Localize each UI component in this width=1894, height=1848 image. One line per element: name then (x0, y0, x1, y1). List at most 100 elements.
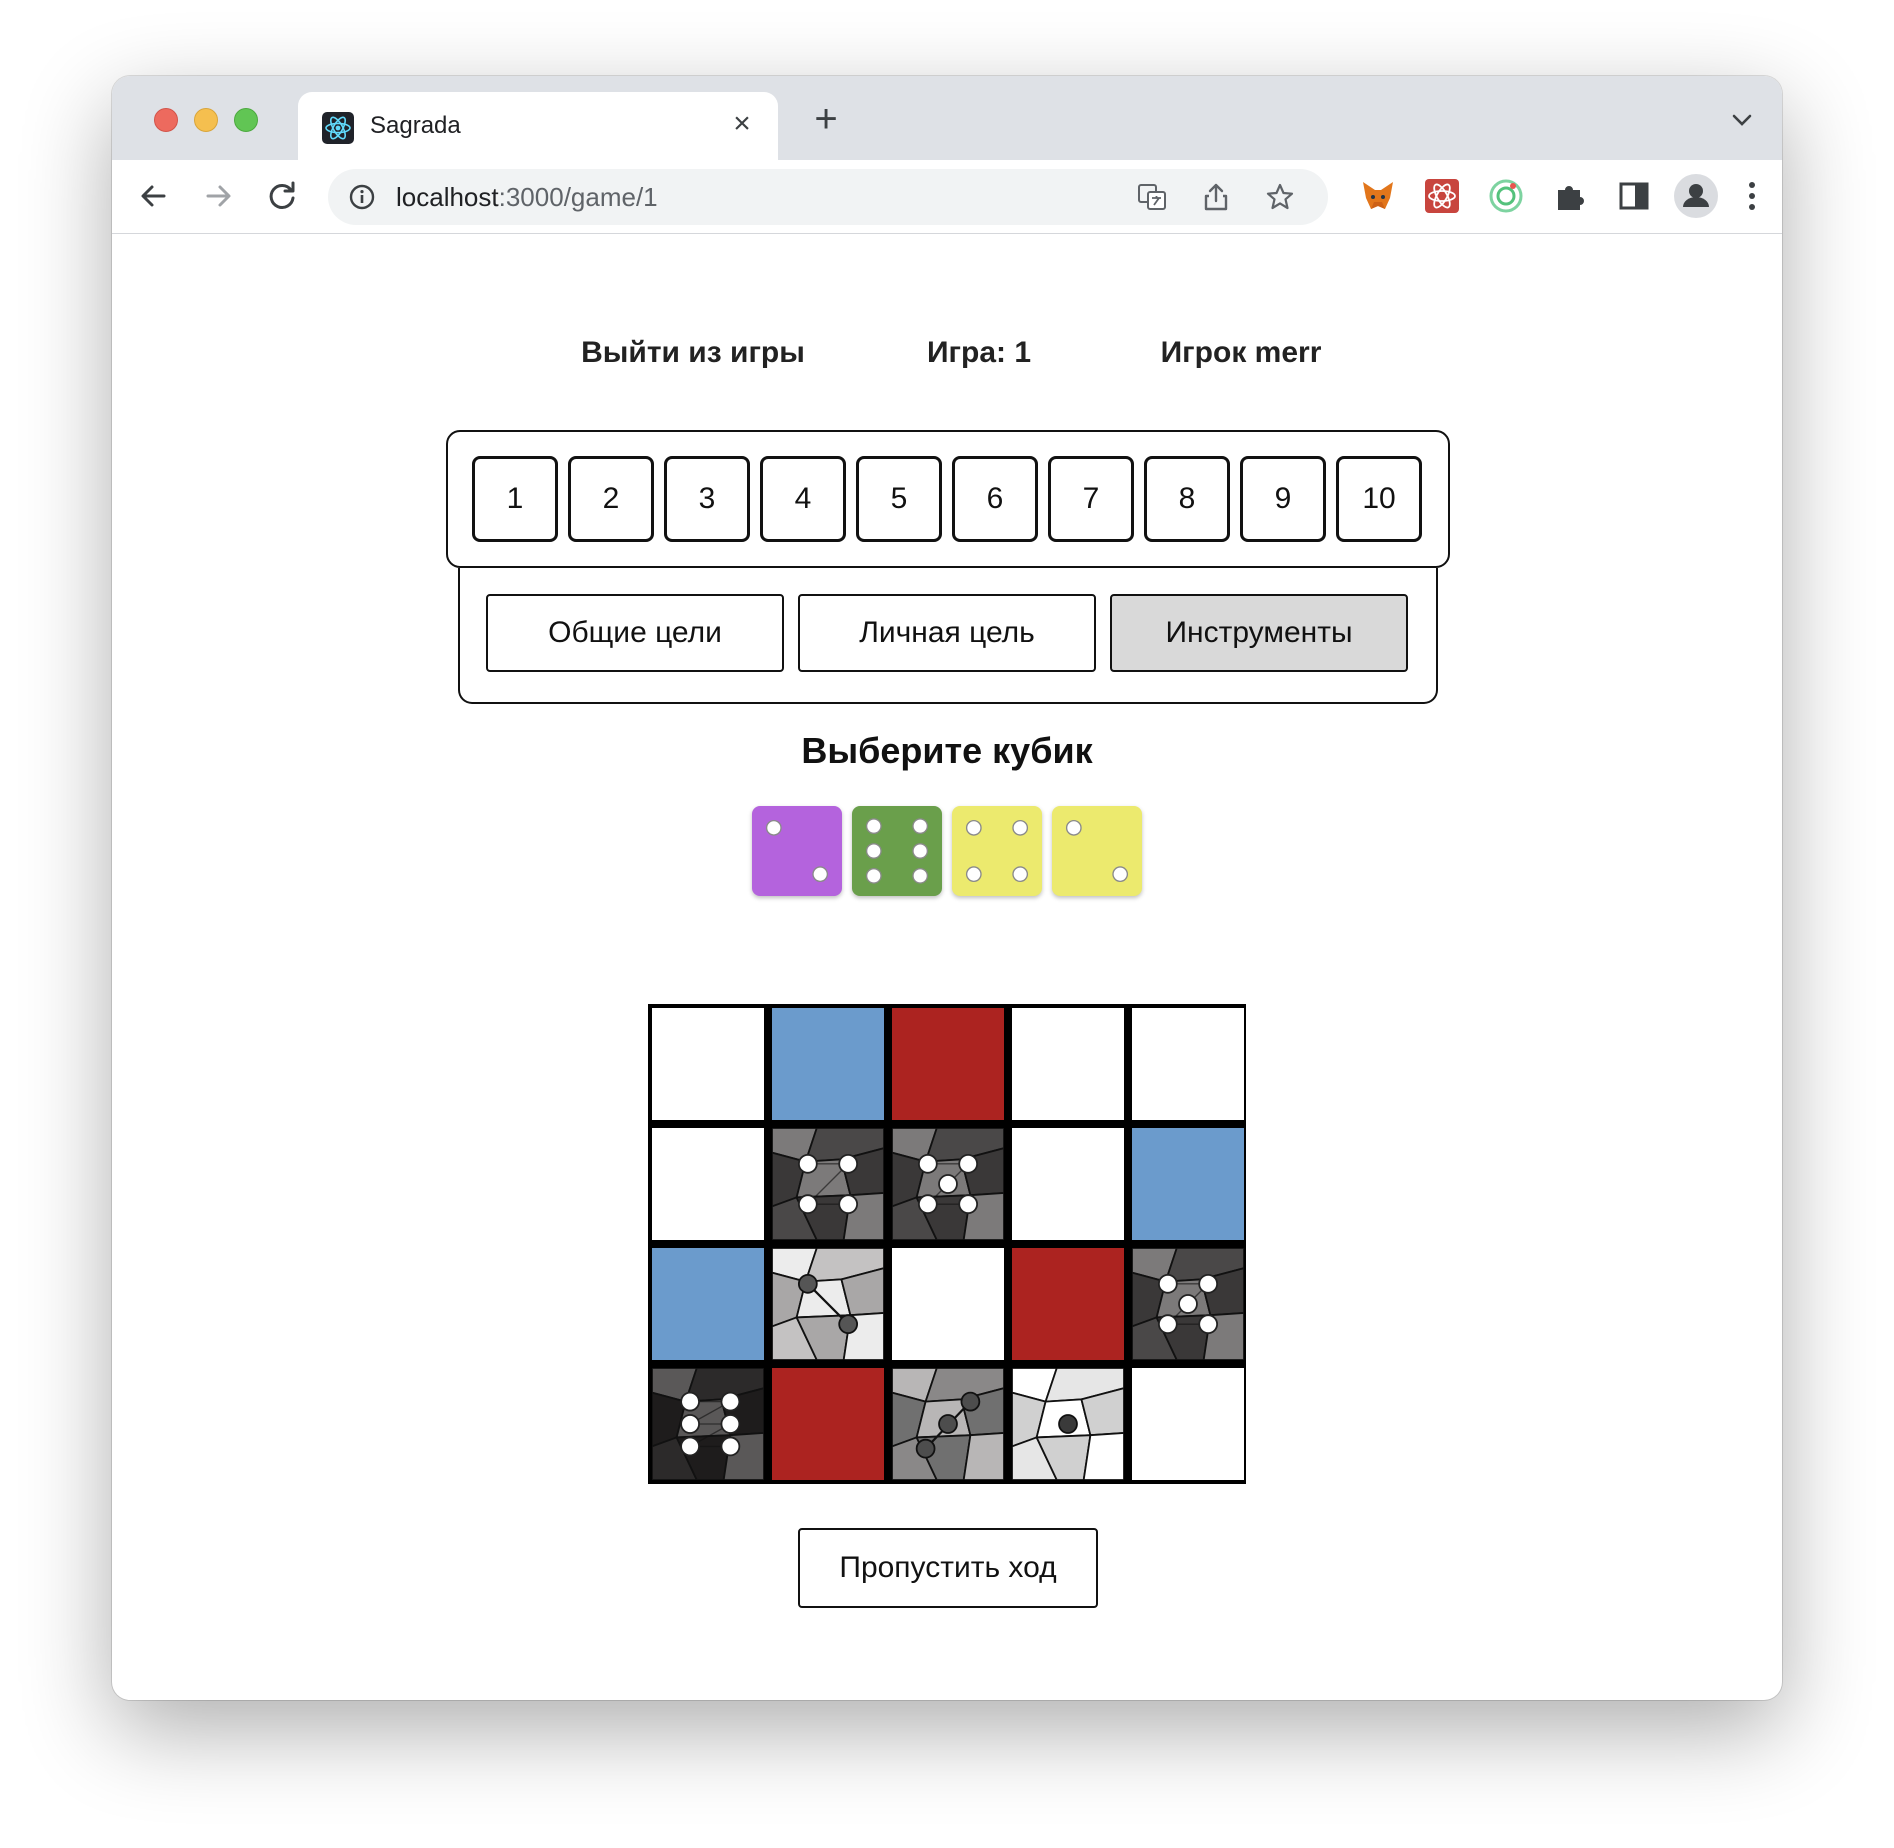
board-cell-blue[interactable] (652, 1248, 764, 1360)
draft-die-purple-2[interactable] (752, 806, 842, 896)
shade-pip (938, 1414, 958, 1434)
tab-title: Sagrada (370, 112, 461, 139)
close-tab-icon[interactable]: × (724, 106, 760, 142)
board-cell-red[interactable] (772, 1368, 884, 1480)
shade-pip (797, 1273, 818, 1294)
exit-game-link[interactable]: Выйти из игры (581, 336, 805, 370)
pip (1065, 819, 1082, 836)
choose-die-title: Выберите кубик (801, 730, 1093, 771)
board-cell-blue[interactable] (1132, 1128, 1244, 1240)
pip (865, 867, 882, 884)
draft-die-yellow-4[interactable] (952, 806, 1042, 896)
metamask-extension-icon[interactable] (1358, 176, 1398, 216)
round-button-4[interactable]: 4 (760, 456, 846, 542)
tab-strip: Sagrada × + (112, 76, 1782, 160)
bookmark-star-icon[interactable] (1264, 181, 1296, 213)
kebab-menu-icon[interactable] (1732, 176, 1772, 216)
translate-icon[interactable] (1136, 181, 1168, 213)
board-cell-blank[interactable] (652, 1008, 764, 1120)
round-button-8[interactable]: 8 (1144, 456, 1230, 542)
board-cell-blank[interactable] (1132, 1368, 1244, 1480)
public-goals-button[interactable]: Общие цели (486, 594, 784, 672)
reload-icon[interactable] (260, 174, 304, 218)
board-cell-blue[interactable] (772, 1008, 884, 1120)
round-button-10[interactable]: 10 (1336, 456, 1422, 542)
board-cell-shade-6[interactable] (652, 1368, 764, 1480)
pip (1012, 819, 1029, 836)
board-cell-blank[interactable] (1132, 1008, 1244, 1120)
board-cell-shade-1[interactable] (1012, 1368, 1124, 1480)
board-cell-shade-3[interactable] (892, 1368, 1004, 1480)
draft-die-yellow-2[interactable] (1052, 806, 1142, 896)
shade-pip (797, 1194, 818, 1215)
board-cell-red[interactable] (892, 1008, 1004, 1120)
shade-pip (938, 1174, 958, 1194)
shade-pip (917, 1153, 938, 1174)
tools-button[interactable]: Инструменты (1110, 594, 1408, 672)
board-cell-blank[interactable] (1012, 1008, 1124, 1120)
pip (1012, 866, 1029, 883)
shade-pip (838, 1153, 859, 1174)
react-icon (322, 112, 354, 144)
shade-pip (1198, 1314, 1219, 1335)
draft-die-green-6[interactable] (852, 806, 942, 896)
url-host: localhost (396, 182, 499, 212)
board-cell-shade-4[interactable] (772, 1128, 884, 1240)
private-goal-button[interactable]: Личная цель (798, 594, 1096, 672)
browser-toolbar: localhost:3000/game/1 (112, 160, 1782, 234)
board-cell-blank[interactable] (892, 1248, 1004, 1360)
pip (1112, 866, 1129, 883)
shade-pip (1178, 1294, 1198, 1314)
round-button-7[interactable]: 7 (1048, 456, 1134, 542)
board-cell-shade-5[interactable] (892, 1128, 1004, 1240)
pip (965, 866, 982, 883)
zoom-window-button[interactable] (234, 108, 258, 132)
shade-pip (720, 1391, 741, 1412)
board-cell-shade-5[interactable] (1132, 1248, 1244, 1360)
board-cell-blank[interactable] (1012, 1128, 1124, 1240)
round-button-9[interactable]: 9 (1240, 456, 1326, 542)
round-button-2[interactable]: 2 (568, 456, 654, 542)
shade-pip (680, 1414, 700, 1434)
minimize-window-button[interactable] (194, 108, 218, 132)
pip (865, 818, 882, 835)
skip-turn-button[interactable]: Пропустить ход (798, 1528, 1098, 1608)
pip (912, 843, 929, 859)
board-cell-shade-2[interactable] (772, 1248, 884, 1360)
shade-pip (680, 1391, 700, 1412)
goals-panel: Общие цели Личная цель Инструменты (458, 568, 1438, 704)
shade-pip (797, 1153, 818, 1174)
board-cell-red[interactable] (1012, 1248, 1124, 1360)
shade-pip (915, 1438, 936, 1459)
round-button-3[interactable]: 3 (664, 456, 750, 542)
shade-pip (1157, 1314, 1178, 1335)
browser-window: Sagrada × + localhost:3000/game/1 Выйти … (112, 76, 1782, 1700)
share-icon[interactable] (1200, 181, 1232, 213)
react-devtools-extension-icon[interactable] (1422, 176, 1462, 216)
shade-pip (680, 1436, 700, 1457)
chevron-down-icon[interactable] (1724, 102, 1760, 138)
forward-arrow-icon[interactable] (196, 174, 240, 218)
shade-pip (958, 1153, 979, 1174)
side-panel-icon[interactable] (1614, 176, 1654, 216)
puzzle-extensions-icon[interactable] (1550, 176, 1590, 216)
info-icon[interactable] (348, 183, 376, 211)
round-track: 1 2 3 4 5 6 7 8 9 10 (446, 430, 1450, 568)
profile-avatar-icon[interactable] (1672, 172, 1720, 220)
board-cell-blank[interactable] (652, 1128, 764, 1240)
back-arrow-icon[interactable] (132, 174, 176, 218)
pip (812, 866, 829, 883)
browser-tab[interactable]: Sagrada × (298, 92, 778, 160)
round-button-1[interactable]: 1 (472, 456, 558, 542)
shade-pip (1198, 1273, 1219, 1294)
round-button-5[interactable]: 5 (856, 456, 942, 542)
round-button-6[interactable]: 6 (952, 456, 1038, 542)
window-pattern-board (648, 1004, 1246, 1484)
address-bar[interactable]: localhost:3000/game/1 (328, 169, 1328, 225)
close-window-button[interactable] (154, 108, 178, 132)
new-tab-icon[interactable]: + (802, 96, 850, 144)
pip (912, 818, 929, 835)
green-circle-extension-icon[interactable] (1486, 176, 1526, 216)
shade-pip (917, 1194, 938, 1215)
shade-pip (1058, 1414, 1078, 1434)
